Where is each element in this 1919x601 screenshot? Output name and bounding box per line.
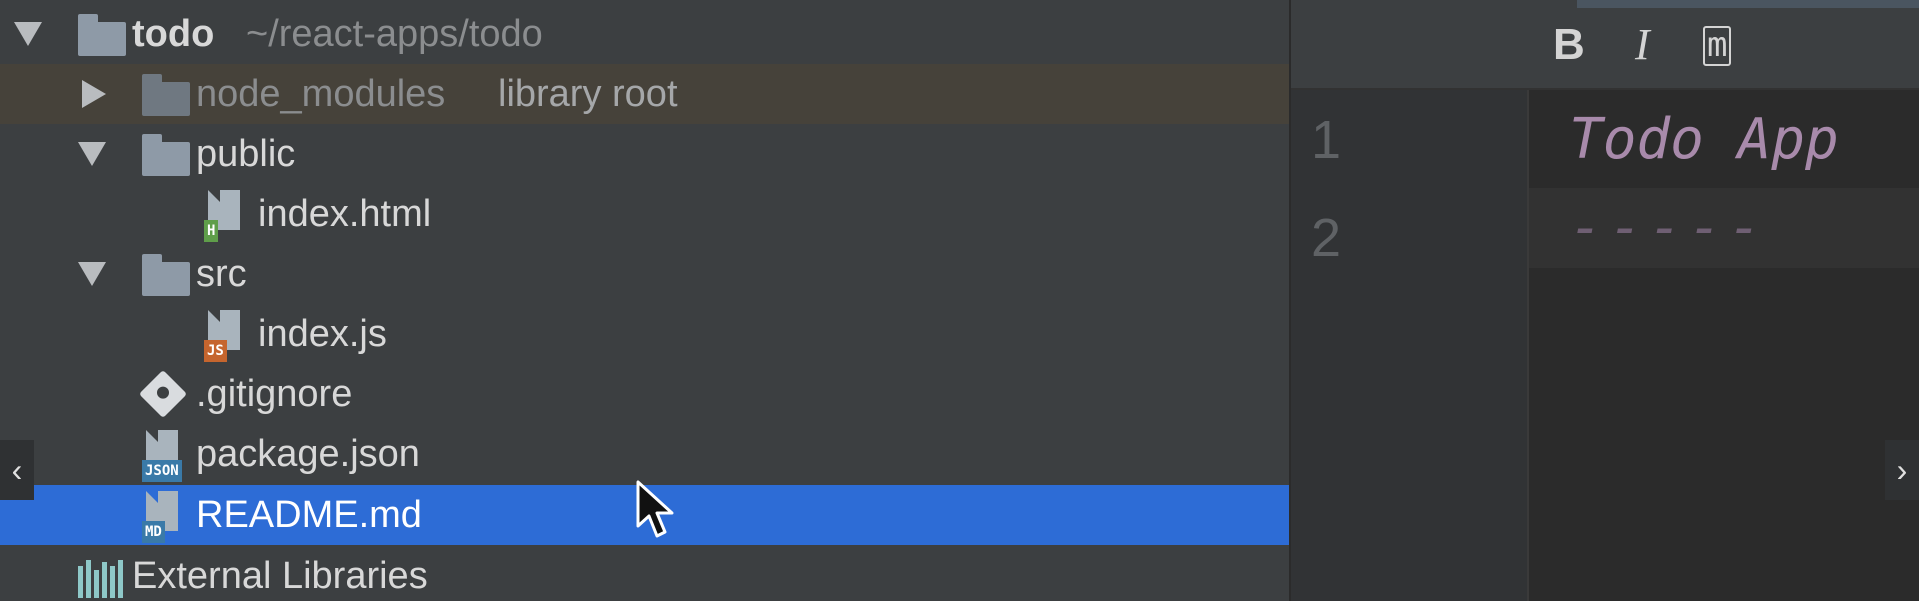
markdown-toolbar: B I m — [1291, 0, 1919, 90]
folder-icon — [142, 74, 190, 116]
bold-button[interactable]: B — [1553, 20, 1585, 70]
italic-button[interactable]: I — [1635, 20, 1650, 70]
line-number: 1 — [1311, 110, 1342, 170]
ide-window: todo ~/react-apps/todo node_modules libr… — [0, 0, 1919, 601]
gitignore-icon — [138, 369, 188, 419]
tree-item-label: node_modules — [196, 73, 446, 115]
mouse-pointer-icon — [636, 480, 674, 538]
line-number-gutter: 1 2 — [1291, 90, 1529, 601]
code-line-2[interactable]: ----- — [1529, 188, 1919, 268]
tree-item-label: README.md — [196, 494, 422, 536]
collapse-arrow-icon[interactable] — [82, 80, 106, 108]
tree-item-label: index.js — [258, 313, 387, 355]
scroll-right-button[interactable]: › — [1885, 440, 1919, 500]
tree-item-label: src — [196, 253, 247, 295]
tree-row-index-js[interactable]: JS index.js — [0, 304, 1289, 364]
html-file-icon: H — [204, 190, 250, 244]
markdown-editor-panel: B I m 1 2 Todo App ----- — [1291, 0, 1919, 601]
folder-icon — [78, 14, 126, 56]
tree-row-public[interactable]: public — [0, 124, 1289, 184]
monospace-button[interactable]: m — [1703, 26, 1732, 66]
json-file-icon: JSON — [142, 430, 188, 484]
code-line-1[interactable]: Todo App — [1529, 100, 1919, 180]
folder-icon — [142, 134, 190, 176]
root-folder-path: ~/react-apps/todo — [246, 13, 543, 55]
library-root-hint: library root — [498, 73, 678, 115]
root-folder-name: todo — [132, 13, 215, 55]
toolbar-accent-bar — [1577, 0, 1919, 8]
tree-row-package-json[interactable]: JSON package.json — [0, 424, 1289, 484]
tree-item-label: index.html — [258, 193, 432, 235]
tree-item-label: package.json — [196, 433, 420, 475]
js-file-icon: JS — [204, 310, 250, 364]
code-text-area[interactable]: Todo App ----- — [1529, 90, 1919, 601]
tree-row-external-libraries[interactable]: External Libraries — [0, 546, 1289, 601]
tree-row-root[interactable]: todo ~/react-apps/todo — [0, 4, 1289, 64]
tree-row-src[interactable]: src — [0, 244, 1289, 304]
expand-arrow-icon[interactable] — [78, 262, 106, 286]
tree-row-index-html[interactable]: H index.html — [0, 184, 1289, 244]
markdown-file-icon: MD — [142, 491, 188, 545]
tree-row-node-modules[interactable]: node_modules library root — [0, 64, 1289, 124]
tree-item-label: public — [196, 133, 296, 175]
folder-icon — [142, 254, 190, 296]
expand-arrow-icon[interactable] — [14, 22, 42, 46]
tree-item-label: External Libraries — [132, 555, 428, 597]
external-libraries-icon — [78, 558, 124, 598]
expand-arrow-icon[interactable] — [78, 142, 106, 166]
tree-item-label: .gitignore — [196, 373, 353, 415]
line-number: 2 — [1311, 208, 1342, 268]
scroll-left-button[interactable]: ‹ — [0, 440, 34, 500]
tree-row-gitignore[interactable]: .gitignore — [0, 364, 1289, 424]
